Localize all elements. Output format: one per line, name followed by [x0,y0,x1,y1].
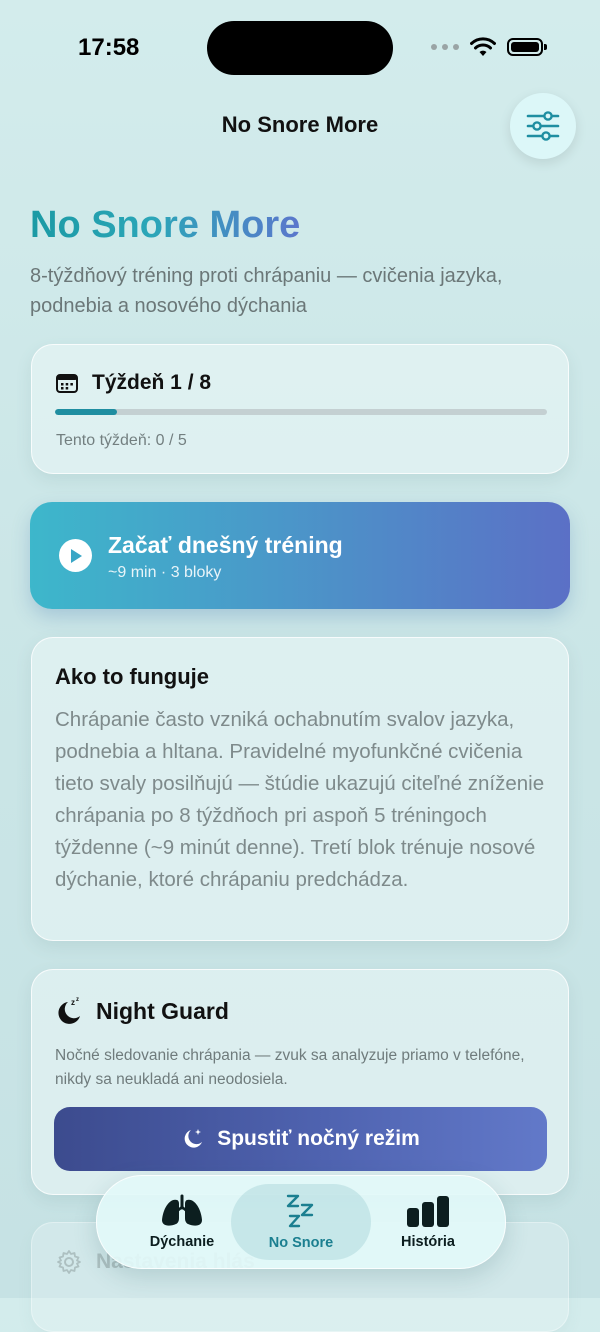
tab-history-label: História [401,1234,455,1250]
start-training-title: Začať dnešný tréning [108,532,343,558]
tab-history[interactable]: História [372,1184,484,1260]
svg-text:z: z [71,998,75,1007]
gear-icon [57,1250,81,1274]
week-progress-card: Týždeň 1 / 8 Tento týždeň: 0 / 5 [31,344,569,474]
start-training-button[interactable]: Začať dnešný tréning ~9 min · 3 bloky [30,502,570,609]
calendar-icon [56,374,78,393]
night-guard-description: Nočné sledovanie chrápania — zvuk sa ana… [55,1047,525,1088]
battery-icon [507,38,547,56]
hero-title: No Snore More [30,204,301,246]
settings-button[interactable] [510,93,576,159]
tab-no-snore[interactable]: No Snore [231,1184,371,1260]
week-title: Týždeň 1 / 8 [92,371,212,394]
start-night-mode-button[interactable]: Spustiť nočný režim [54,1107,547,1171]
tab-breathing-label: Dýchanie [149,1234,215,1250]
start-night-mode-label: Spustiť nočný režim [217,1127,420,1150]
bar-chart-icon [407,1196,449,1227]
tab-no-snore-label: No Snore [268,1235,334,1251]
night-guard-title: Night Guard [96,997,229,1024]
dynamic-island [207,21,393,75]
svg-text:z: z [76,997,79,1003]
week-count: Tento týždeň: 0 / 5 [56,432,187,449]
status-time: 17:58 [78,34,140,61]
status-bar: 17:58 [0,0,600,90]
week-progress-bar [55,409,547,415]
hero-subtitle: 8-týždňový tréning proti chrápaniu — cvi… [30,265,503,317]
moon-zzz-icon: z z [58,997,80,1024]
how-it-works-body: Chrápanie často vzniká ochabnutím svalov… [55,708,545,891]
how-it-works-title: Ako to funguje [55,664,209,689]
tab-breathing[interactable]: Dýchanie [127,1184,237,1260]
zzz-icon [286,1194,314,1228]
wifi-icon [470,37,496,56]
lungs-icon [162,1194,202,1226]
moon-stars-icon [184,1129,203,1148]
cellular-signal-icon [431,44,459,50]
sliders-icon [526,111,560,141]
play-icon [59,539,92,572]
night-guard-card: z z Night Guard Nočné sledovanie chrápan… [31,969,569,1195]
tab-bar: Dýchanie No Snore História [96,1175,506,1269]
start-training-subtitle: ~9 min · 3 bloky [108,564,222,581]
week-progress-fill [55,409,117,415]
how-it-works-card: Ako to funguje Chrápanie často vzniká oc… [31,637,569,941]
